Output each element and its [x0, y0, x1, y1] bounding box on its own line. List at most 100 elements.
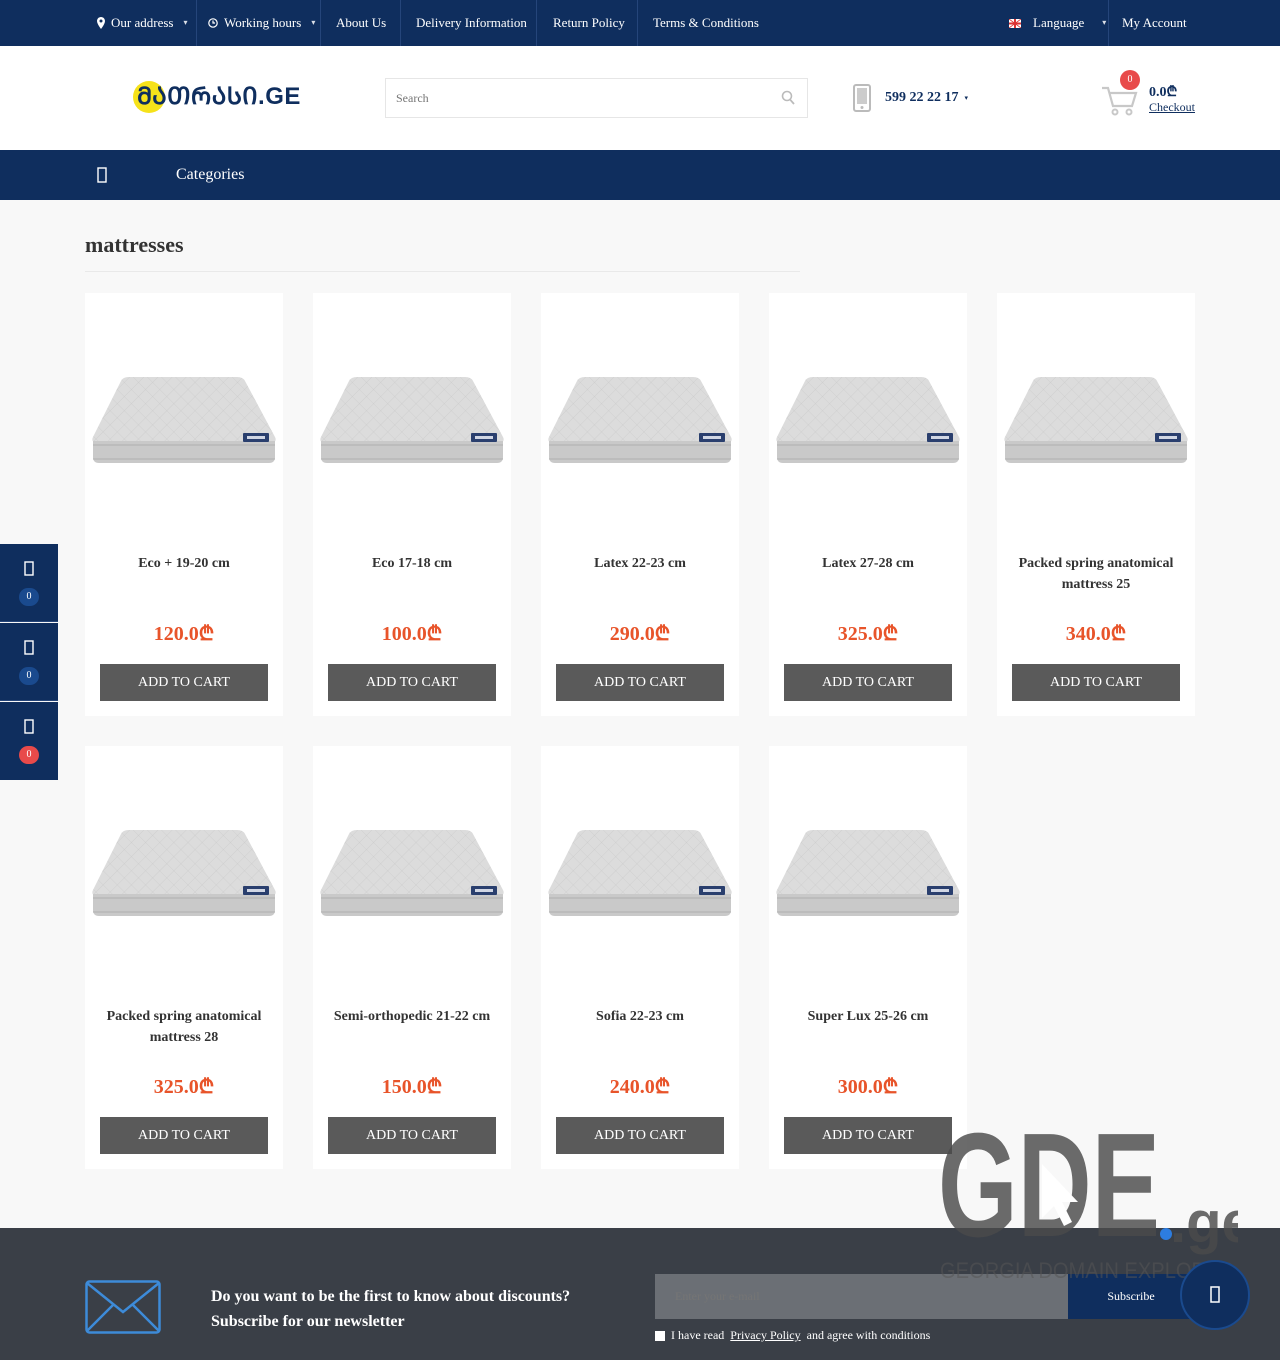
product-card[interactable]: Packed spring anatomical mattress 25 340…: [997, 293, 1195, 716]
compare-count-badge: 0: [19, 667, 39, 685]
mobile-phone-icon: [853, 84, 871, 112]
privacy-policy-link[interactable]: Privacy Policy: [730, 1328, 800, 1343]
add-to-cart-button[interactable]: ADD TO CART: [100, 664, 268, 701]
add-to-cart-button[interactable]: ADD TO CART: [100, 1117, 268, 1154]
chevron-down-icon: ▾: [311, 18, 316, 27]
divider: [637, 0, 638, 46]
product-card[interactable]: Latex 22-23 cm 290.0₾ ADD TO CART: [541, 293, 739, 716]
product-price: 150.0₾: [381, 1076, 443, 1098]
add-to-cart-button[interactable]: ADD TO CART: [328, 1117, 496, 1154]
mattress-image[interactable]: [317, 375, 507, 475]
chevron-down-icon: ▾: [964, 94, 969, 102]
our-address-label: Our address: [111, 15, 174, 30]
working-hours-link[interactable]: Working hours ▾: [208, 0, 315, 46]
product-price: 290.0₾: [609, 623, 671, 645]
mattress-image[interactable]: [89, 375, 279, 475]
mattress-image[interactable]: [773, 375, 963, 475]
checkout-link[interactable]: Checkout: [1149, 100, 1195, 115]
language-selector[interactable]: Language ▾: [1009, 0, 1106, 46]
product-name[interactable]: Packed spring anatomical mattress 25: [1007, 553, 1185, 595]
add-to-cart-button[interactable]: ADD TO CART: [1012, 664, 1180, 701]
product-name[interactable]: Super Lux 25-26 cm: [779, 1006, 957, 1027]
site-logo[interactable]: ᲛᲐᲗᲠᲐᲡᲘ.GE: [133, 79, 301, 113]
newsletter-text: Do you want to be the first to know abou…: [211, 1284, 570, 1334]
product-name[interactable]: Eco 17-18 cm: [323, 553, 501, 574]
divider: [536, 0, 537, 46]
product-name[interactable]: Eco + 19-20 cm: [95, 553, 273, 574]
hamburger-menu-icon[interactable]: [97, 167, 107, 183]
product-price: 300.0₾: [837, 1076, 899, 1098]
mattress-image[interactable]: [545, 828, 735, 928]
phone-number: 599 22 22 17: [885, 90, 959, 105]
add-to-cart-button[interactable]: ADD TO CART: [556, 1117, 724, 1154]
product-card[interactable]: Latex 27-28 cm 325.0₾ ADD TO CART: [769, 293, 967, 716]
product-name[interactable]: Sofia 22-23 cm: [551, 1006, 729, 1027]
add-to-cart-button[interactable]: ADD TO CART: [328, 664, 496, 701]
product-name[interactable]: Semi-orthopedic 21-22 cm: [323, 1006, 501, 1027]
header: ᲛᲐᲗᲠᲐᲡᲘ.GE 599 22 22 17 ▾ 0 0.0₾ Checkou…: [0, 46, 1280, 150]
cart-count-badge: 0: [19, 746, 39, 764]
product-name[interactable]: Latex 22-23 cm: [551, 553, 729, 574]
envelope-icon: [85, 1280, 161, 1334]
terms-conditions-link[interactable]: Terms & Conditions: [653, 0, 759, 46]
subscribe-button[interactable]: Subscribe: [1068, 1274, 1194, 1319]
product-name[interactable]: Packed spring anatomical mattress 28: [95, 1006, 273, 1048]
product-card[interactable]: Eco 17-18 cm 100.0₾ ADD TO CART: [313, 293, 511, 716]
floating-chat-button[interactable]: [1180, 1260, 1250, 1330]
product-price: 325.0₾: [837, 623, 899, 645]
product-card[interactable]: Eco + 19-20 cm 120.0₾ ADD TO CART: [85, 293, 283, 716]
search-icon[interactable]: [781, 90, 795, 106]
divider: [196, 0, 197, 46]
add-to-cart-button[interactable]: ADD TO CART: [784, 1117, 952, 1154]
cart-icon: [24, 719, 34, 734]
mattress-image[interactable]: [89, 828, 279, 928]
our-address-link[interactable]: Our address ▾: [97, 0, 187, 46]
newsletter-line-1: Do you want to be the first to know abou…: [211, 1288, 571, 1305]
mattress-image[interactable]: [317, 828, 507, 928]
compare-icon: [24, 640, 34, 655]
mattress-image[interactable]: [1001, 375, 1191, 475]
about-us-link[interactable]: About Us: [336, 0, 386, 46]
divider: [400, 0, 401, 46]
cart-total: 0.0₾: [1149, 85, 1178, 100]
product-price: 240.0₾: [609, 1076, 671, 1098]
product-price: 100.0₾: [381, 623, 443, 645]
privacy-agreement: I have read Privacy Policy and agree wit…: [655, 1328, 930, 1343]
mattress-image[interactable]: [773, 828, 963, 928]
return-policy-link[interactable]: Return Policy: [553, 0, 625, 46]
product-price: 120.0₾: [153, 623, 215, 645]
chevron-down-icon: ▾: [1102, 18, 1107, 27]
side-cart-button[interactable]: 0: [0, 702, 58, 780]
product-card[interactable]: Packed spring anatomical mattress 28 325…: [85, 746, 283, 1169]
agree-checkbox[interactable]: [655, 1330, 665, 1341]
side-compare-button[interactable]: 0: [0, 623, 58, 701]
cursor-icon: [1042, 1164, 1078, 1226]
product-card[interactable]: Sofia 22-23 cm 240.0₾ ADD TO CART: [541, 746, 739, 1169]
mattress-image[interactable]: [545, 375, 735, 475]
search-box: [385, 78, 808, 118]
language-label: Language: [1033, 15, 1085, 30]
top-bar: Our address ▾ Working hours ▾ About Us D…: [0, 0, 1280, 46]
cart-count-badge: 0: [1120, 70, 1140, 90]
add-to-cart-button[interactable]: ADD TO CART: [784, 664, 952, 701]
delivery-information-link[interactable]: Delivery Information: [416, 0, 527, 46]
side-wishlist-button[interactable]: 0: [0, 544, 58, 622]
categories-menu[interactable]: Categories: [176, 150, 244, 200]
product-card[interactable]: Semi-orthopedic 21-22 cm 150.0₾ ADD TO C…: [313, 746, 511, 1169]
phone-block[interactable]: 599 22 22 17 ▾: [853, 84, 968, 112]
logo-text: ᲛᲐᲗᲠᲐᲡᲘ.GE: [137, 83, 301, 110]
chat-icon: [1210, 1286, 1220, 1303]
newsletter-footer: Do you want to be the first to know abou…: [0, 1228, 1280, 1360]
divider: [320, 0, 321, 46]
product-card[interactable]: Super Lux 25-26 cm 300.0₾ ADD TO CART: [769, 746, 967, 1169]
product-name[interactable]: Latex 27-28 cm: [779, 553, 957, 574]
product-price: 325.0₾: [153, 1076, 215, 1098]
my-account-link[interactable]: My Account: [1122, 0, 1187, 46]
add-to-cart-button[interactable]: ADD TO CART: [556, 664, 724, 701]
wishlist-count-badge: 0: [19, 588, 39, 606]
search-input[interactable]: [386, 79, 807, 117]
category-nav: Categories: [0, 150, 1280, 200]
email-field[interactable]: [655, 1274, 1068, 1319]
page-title: mattresses: [85, 232, 184, 257]
newsletter-line-2: Subscribe for our newsletter: [211, 1313, 405, 1330]
